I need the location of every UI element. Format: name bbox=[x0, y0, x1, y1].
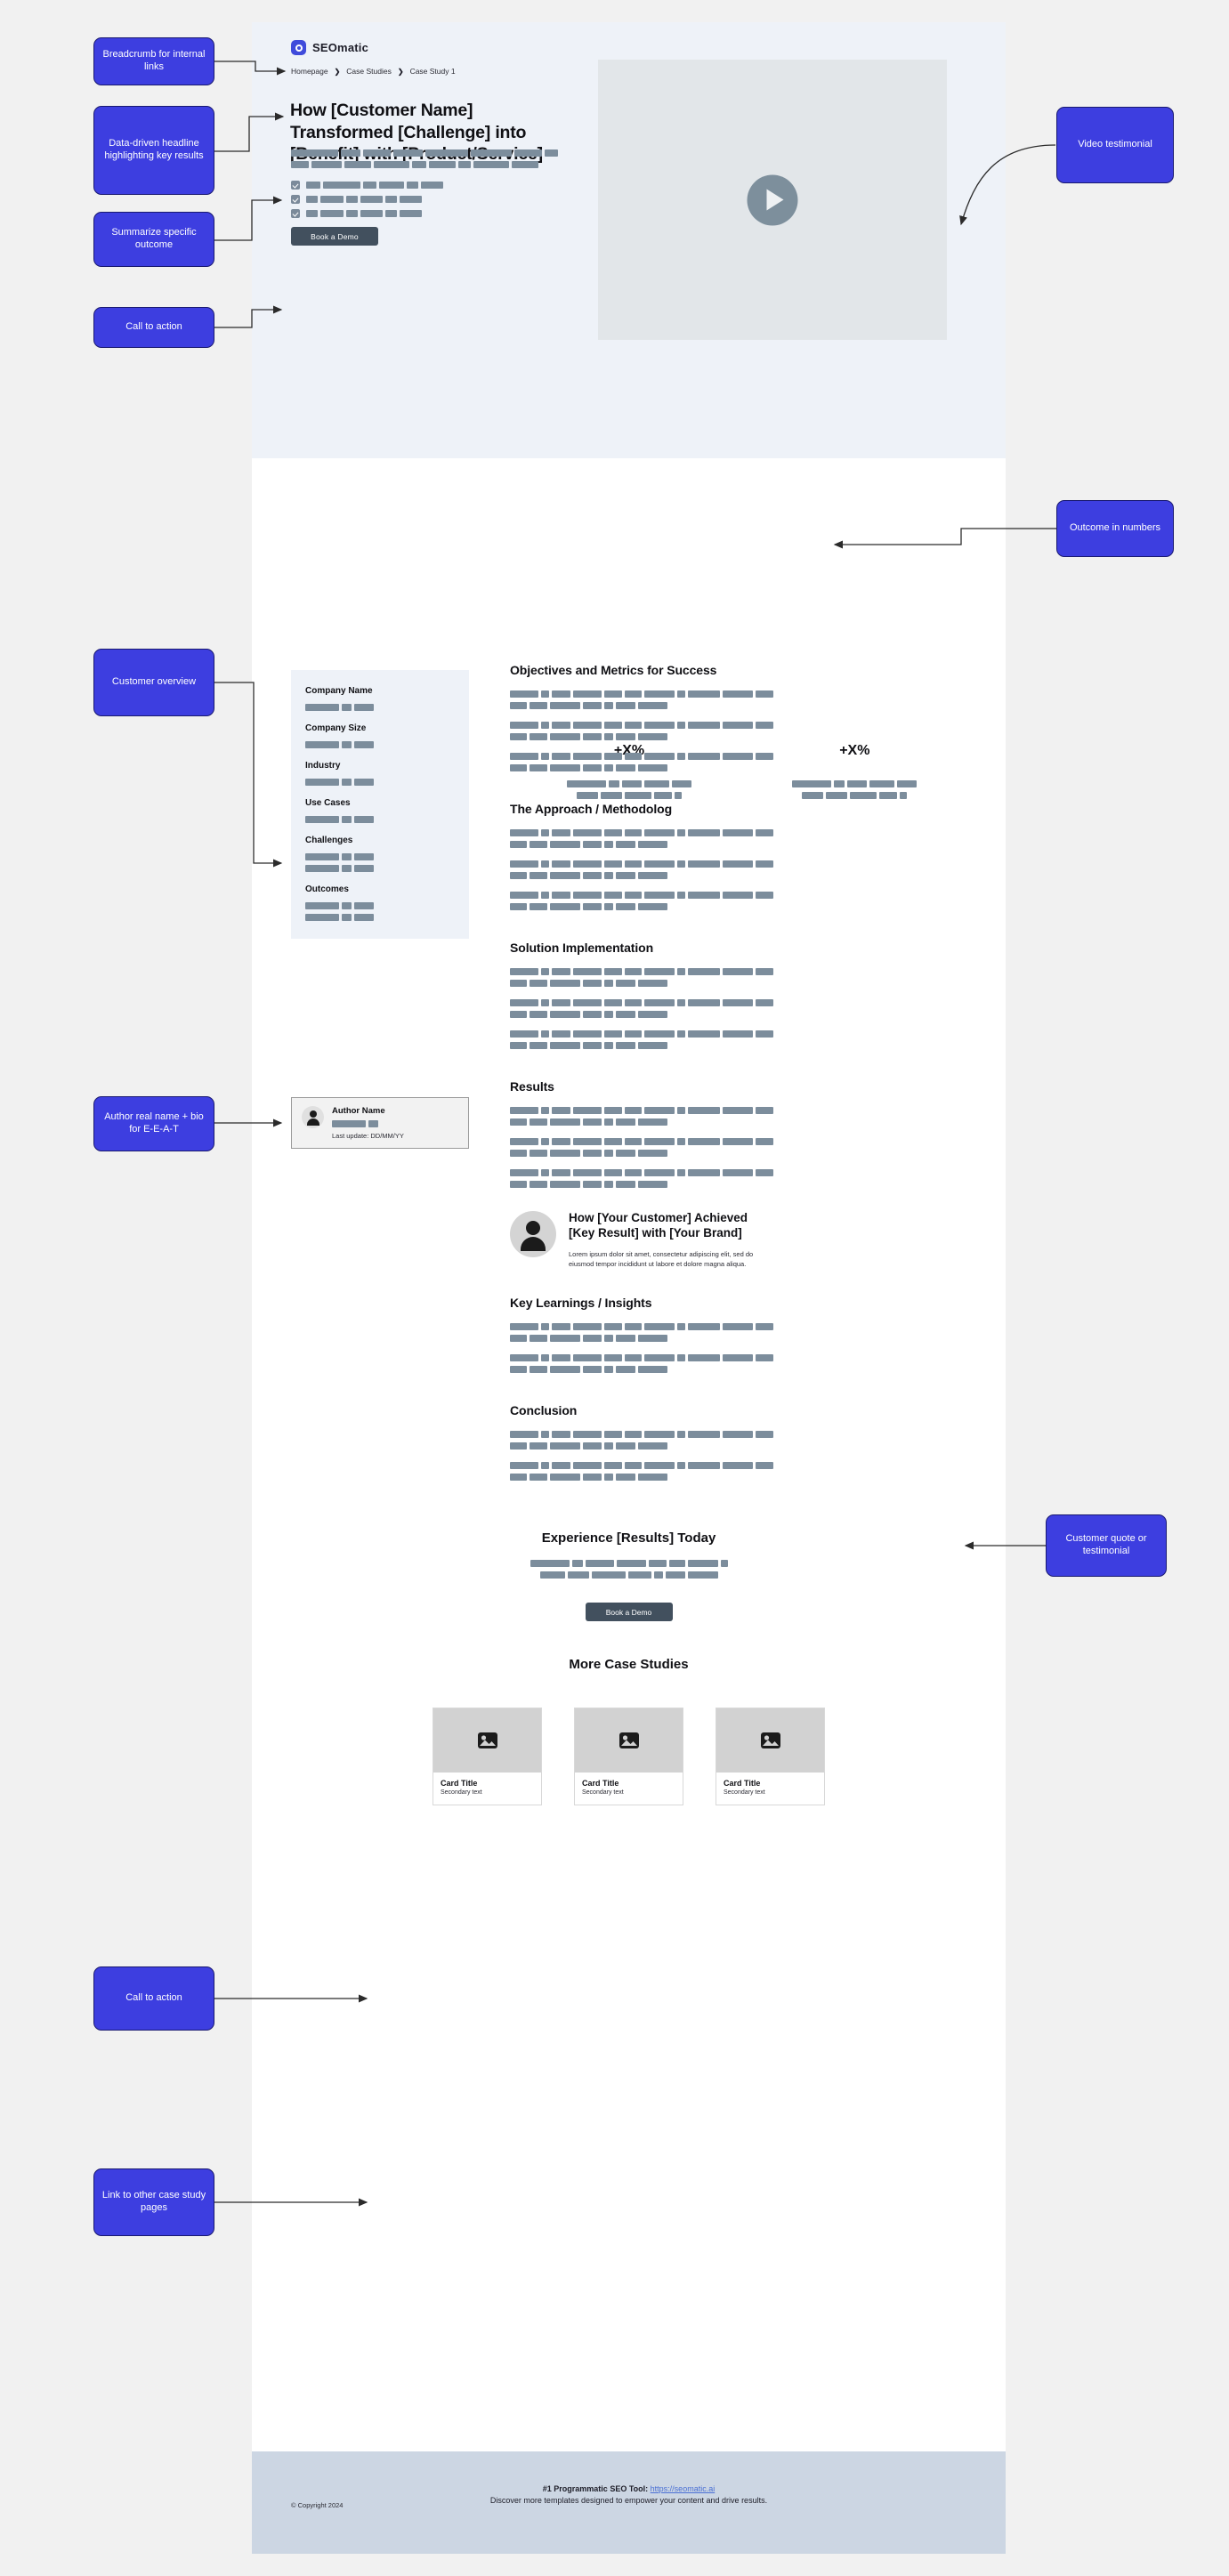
check-icon bbox=[291, 209, 300, 218]
paragraph-placeholder bbox=[510, 722, 777, 740]
content-sheet: +X% +X% +X% Company Name Company Size In… bbox=[252, 480, 1006, 2451]
breadcrumb[interactable]: Homepage ❯ Case Studies ❯ Case Study 1 bbox=[291, 67, 456, 76]
paragraph-placeholder bbox=[510, 1462, 777, 1482]
card-title: Card Title bbox=[441, 1779, 478, 1788]
chevron-right-icon: ❯ bbox=[397, 67, 404, 76]
sidebar-label-company-name: Company Name bbox=[305, 686, 373, 696]
annotation-customer-overview: Customer overview bbox=[93, 649, 214, 716]
sidebar-label-outcomes: Outcomes bbox=[305, 884, 349, 894]
annotation-breadcrumb: Breadcrumb for internal links bbox=[93, 37, 214, 85]
footer-tagline: #1 Programmatic SEO Tool: bbox=[542, 2484, 649, 2493]
case-study-card[interactable]: Card Title Secondary text bbox=[574, 1708, 683, 1805]
section-heading-results: Results bbox=[510, 1079, 554, 1094]
page-canvas: SEOmatic Homepage ❯ Case Studies ❯ Case … bbox=[252, 22, 1006, 2554]
person-icon bbox=[302, 1106, 324, 1128]
annotation-cta-top: Call to action bbox=[93, 307, 214, 348]
person-icon bbox=[510, 1211, 556, 1257]
bottom-cta-heading: Experience [Results] Today bbox=[541, 1530, 716, 1546]
image-placeholder-icon bbox=[716, 1708, 824, 1773]
checklist-item bbox=[291, 209, 443, 218]
more-case-studies-heading: More Case Studies bbox=[569, 1657, 689, 1672]
card-subtitle: Secondary text bbox=[724, 1789, 765, 1796]
card-subtitle: Secondary text bbox=[582, 1789, 624, 1796]
seomatic-link[interactable]: https://seomatic.ai bbox=[651, 2484, 716, 2493]
breadcrumb-item-case-studies[interactable]: Case Studies bbox=[346, 67, 392, 76]
card-title: Card Title bbox=[724, 1779, 761, 1788]
paragraph-placeholder bbox=[510, 1354, 777, 1374]
quote-heading: How [Your Customer] Achieved [Key Result… bbox=[569, 1211, 748, 1240]
paragraph-placeholder bbox=[510, 860, 777, 879]
card-subtitle: Secondary text bbox=[441, 1789, 482, 1796]
sidebar-label-industry: Industry bbox=[305, 761, 341, 771]
customer-quote: How [Your Customer] Achieved [Key Result… bbox=[510, 1211, 777, 1269]
breadcrumb-item-homepage[interactable]: Homepage bbox=[291, 67, 328, 76]
footer-message: #1 Programmatic SEO Tool: https://seomat… bbox=[252, 2483, 1006, 2507]
annotation-author: Author real name + bio for E-E-A-T bbox=[93, 1096, 214, 1151]
brand-name: SEOmatic bbox=[312, 41, 369, 54]
chevron-right-icon: ❯ bbox=[334, 67, 341, 76]
stat-value: +X% bbox=[839, 743, 870, 758]
paragraph-placeholder bbox=[510, 1323, 777, 1343]
play-icon[interactable] bbox=[747, 174, 798, 225]
hero-section: SEOmatic Homepage ❯ Case Studies ❯ Case … bbox=[252, 22, 1006, 458]
hero-checklist bbox=[291, 181, 443, 223]
checklist-item bbox=[291, 181, 443, 190]
paragraph-placeholder bbox=[510, 968, 777, 987]
bottom-cta-placeholder bbox=[252, 1560, 1006, 1583]
section-heading-solution: Solution Implementation bbox=[510, 941, 654, 955]
customer-overview-card: Company Name Company Size Industry Use C… bbox=[291, 670, 469, 939]
footer: © Copyright 2024 #1 Programmatic SEO Too… bbox=[252, 2451, 1006, 2554]
paragraph-placeholder bbox=[510, 892, 777, 910]
annotation-summary: Summarize specific outcome bbox=[93, 212, 214, 267]
case-study-card[interactable]: Card Title Secondary text bbox=[716, 1708, 825, 1805]
video-testimonial-player[interactable] bbox=[598, 60, 947, 340]
sidebar-label-use-cases: Use Cases bbox=[305, 798, 351, 808]
section-heading-approach: The Approach / Methodolog bbox=[510, 802, 673, 816]
hero-summary-placeholder bbox=[291, 149, 559, 173]
author-name: Author Name bbox=[332, 1106, 385, 1116]
check-icon bbox=[291, 181, 300, 190]
paragraph-placeholder bbox=[510, 1169, 777, 1188]
image-placeholder-icon bbox=[433, 1708, 541, 1773]
section-heading-key-learnings: Key Learnings / Insights bbox=[510, 1296, 652, 1311]
article-body: Objectives and Metrics for Success The A… bbox=[510, 663, 777, 1493]
annotation-headline: Data-driven headline highlighting key re… bbox=[93, 106, 214, 195]
checklist-item bbox=[291, 195, 443, 204]
case-study-card[interactable]: Card Title Secondary text bbox=[433, 1708, 542, 1805]
check-icon bbox=[291, 195, 300, 204]
paragraph-placeholder bbox=[510, 829, 777, 848]
sidebar-label-challenges: Challenges bbox=[305, 836, 353, 845]
card-title: Card Title bbox=[582, 1779, 619, 1788]
annotation-outcome: Outcome in numbers bbox=[1056, 500, 1174, 557]
footer-description: Discover more templates designed to empo… bbox=[489, 2496, 768, 2506]
annotation-video: Video testimonial bbox=[1056, 107, 1174, 183]
more-case-studies-section: More Case Studies Card Title Secondary t… bbox=[252, 1657, 1006, 1805]
image-placeholder-icon bbox=[575, 1708, 683, 1773]
paragraph-placeholder bbox=[510, 1431, 777, 1450]
paragraph-placeholder bbox=[510, 999, 777, 1018]
annotation-quote: Customer quote or testimonial bbox=[1046, 1514, 1167, 1577]
seomatic-logo-icon bbox=[291, 40, 306, 55]
bottom-cta-section: Experience [Results] Today Book a Demo bbox=[252, 1530, 1006, 1621]
author-card: Author Name Last update: DD/MM/YY bbox=[291, 1097, 469, 1149]
breadcrumb-item-case-study-1[interactable]: Case Study 1 bbox=[410, 67, 456, 76]
paragraph-placeholder bbox=[510, 1030, 777, 1049]
quote-body: Lorem ipsum dolor sit amet, consectetur … bbox=[569, 1249, 754, 1268]
paragraph-placeholder bbox=[510, 753, 777, 771]
sidebar-label-company-size: Company Size bbox=[305, 723, 367, 733]
annotation-cta-bottom: Call to action bbox=[93, 1966, 214, 2031]
book-a-demo-button[interactable]: Book a Demo bbox=[291, 227, 378, 246]
paragraph-placeholder bbox=[510, 690, 777, 709]
paragraph-placeholder bbox=[510, 1107, 777, 1126]
brand[interactable]: SEOmatic bbox=[291, 40, 368, 55]
paragraph-placeholder bbox=[510, 1138, 777, 1157]
book-a-demo-button-bottom[interactable]: Book a Demo bbox=[585, 1603, 673, 1621]
annotation-links: Link to other case study pages bbox=[93, 2168, 214, 2236]
author-last-update: Last update: DD/MM/YY bbox=[332, 1132, 404, 1140]
section-heading-objectives: Objectives and Metrics for Success bbox=[510, 663, 717, 677]
section-heading-conclusion: Conclusion bbox=[510, 1403, 578, 1418]
